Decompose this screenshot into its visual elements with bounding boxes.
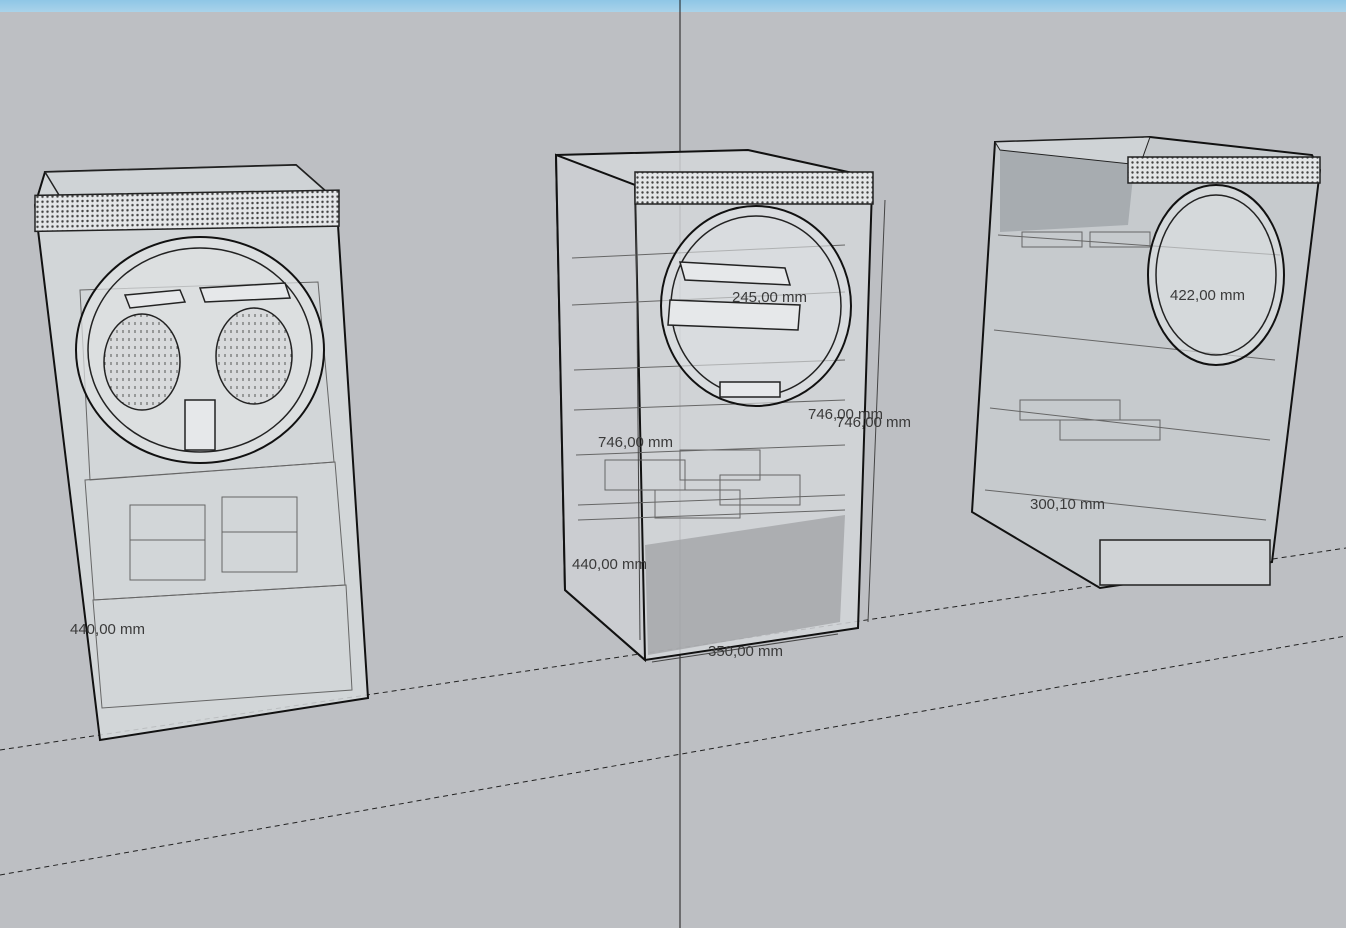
center-port-label: 245,00 mm bbox=[732, 289, 807, 306]
center-enclosure-model[interactable]: 245,00 mm 746,00 mm 746,00 mm 746,00 mm … bbox=[554, 148, 911, 663]
center-height-outer-label-b: 746,00 mm bbox=[836, 414, 911, 431]
center-grille bbox=[634, 171, 874, 205]
right-grille bbox=[1127, 156, 1321, 184]
center-width-label: 350,00 mm bbox=[708, 643, 783, 660]
left-woofer-1 bbox=[103, 313, 181, 411]
center-depth-label: 440,00 mm bbox=[572, 556, 647, 573]
left-enclosure-model[interactable]: 440,00 mm bbox=[33, 163, 370, 742]
left-grille bbox=[34, 189, 340, 233]
3d-viewport[interactable]: 440,00 mm 245,00 mm 746,00 mm 746,00 mm … bbox=[0, 0, 1346, 928]
right-enclosure-model[interactable]: 422,00 mm 300,10 mm bbox=[970, 135, 1322, 590]
right-shelf-label: 300,10 mm bbox=[1030, 496, 1105, 513]
left-woofer-2 bbox=[215, 307, 293, 405]
right-port-label: 422,00 mm bbox=[1170, 287, 1245, 304]
scene-canvas[interactable]: 440,00 mm 245,00 mm 746,00 mm 746,00 mm … bbox=[0, 0, 1346, 928]
center-height-inner-label: 746,00 mm bbox=[598, 434, 673, 451]
left-depth-label: 440,00 mm bbox=[70, 621, 145, 638]
